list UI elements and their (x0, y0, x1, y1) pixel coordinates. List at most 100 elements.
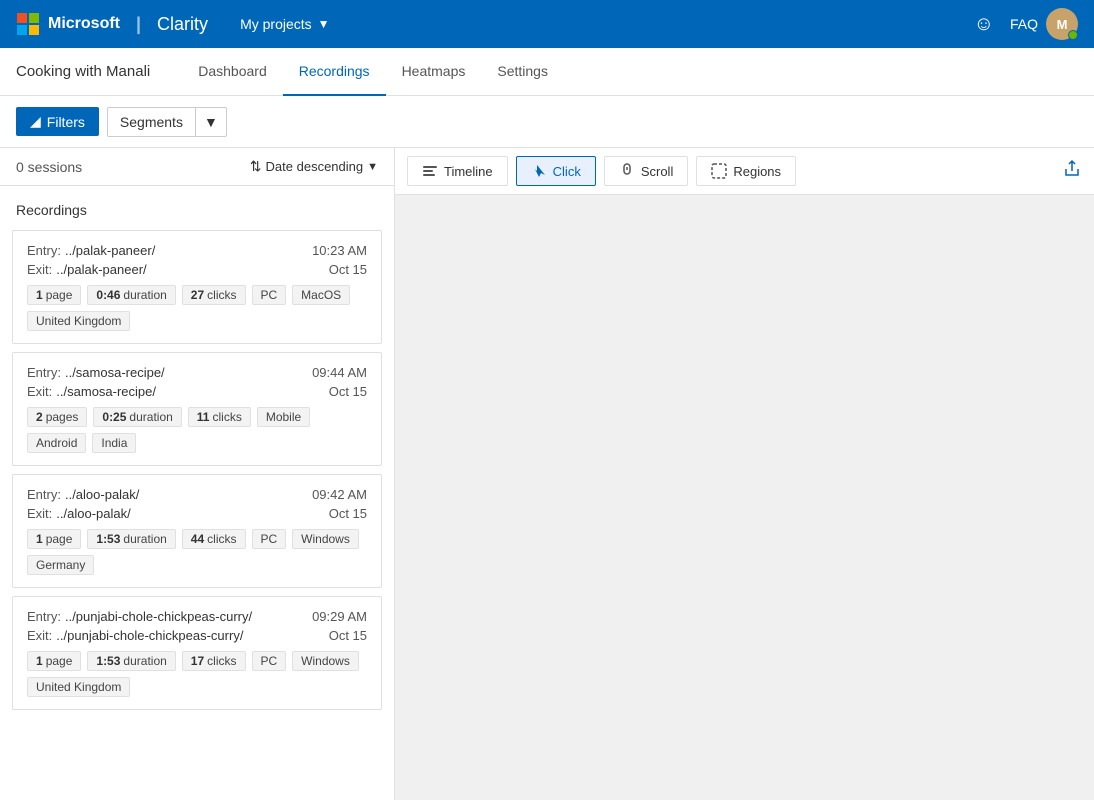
tag-pages-4: 1 page (27, 651, 81, 671)
card-tags-4: 1 page 1:53 duration 17 clicks PC Window… (27, 651, 367, 697)
card-time-2: 09:44 AM (312, 365, 367, 380)
exit-path-3: Exit:../aloo-palak/ (27, 506, 131, 521)
click-button[interactable]: Click (516, 156, 596, 186)
scroll-button[interactable]: Scroll (604, 156, 689, 186)
card-date-3: Oct 15 (329, 506, 367, 521)
scroll-icon (619, 163, 635, 179)
regions-icon (711, 163, 727, 179)
tab-recordings[interactable]: Recordings (283, 48, 386, 96)
tag-pages-2: 2 pages (27, 407, 87, 427)
card-exit-row: Exit:../aloo-palak/ Oct 15 (27, 506, 367, 521)
brand-divider: | (136, 14, 141, 35)
tag-duration-1: 0:46 duration (87, 285, 175, 305)
tab-heatmaps[interactable]: Heatmaps (386, 48, 482, 96)
my-projects-button[interactable]: My projects ▼ (232, 12, 337, 36)
toolbar: ◢ Filters Segments ▼ (0, 96, 1094, 148)
chevron-down-icon[interactable]: ▼ (196, 108, 226, 136)
sort-label: Date descending (266, 159, 364, 174)
right-panel: Timeline Click Scroll Regions (395, 148, 1094, 800)
top-nav: Microsoft | Clarity My projects ▼ ☺ FAQ … (0, 0, 1094, 48)
ms-label: Microsoft (48, 15, 120, 33)
segments-button[interactable]: Segments ▼ (107, 107, 227, 137)
ms-logo-icon (16, 12, 40, 36)
main-layout: 0 sessions ⇅ Date descending ▼ Recording… (0, 148, 1094, 800)
tag-os-4: Windows (292, 651, 359, 671)
card-entry-row: Entry:../punjabi-chole-chickpeas-curry/ … (27, 609, 367, 624)
faq-label: FAQ (1010, 16, 1038, 32)
regions-label: Regions (733, 164, 781, 179)
heatmap-content (395, 195, 1094, 800)
entry-path-1: Entry:../palak-paneer/ (27, 243, 155, 258)
sessions-bar: 0 sessions ⇅ Date descending ▼ (0, 148, 394, 186)
tag-country-3: Germany (27, 555, 94, 575)
click-label: Click (553, 164, 581, 179)
heatmap-toolbar: Timeline Click Scroll Regions (395, 148, 1094, 195)
card-entry-row: Entry:../palak-paneer/ 10:23 AM (27, 243, 367, 258)
tag-device-4: PC (252, 651, 287, 671)
exit-path-4: Exit:../punjabi-chole-chickpeas-curry/ (27, 628, 243, 643)
click-icon (531, 163, 547, 179)
tag-device-3: PC (252, 529, 287, 549)
brand: Microsoft | Clarity (16, 12, 208, 36)
timeline-icon (422, 163, 438, 179)
card-exit-row: Exit:../palak-paneer/ Oct 15 (27, 262, 367, 277)
avatar[interactable]: M (1046, 8, 1078, 40)
recording-card[interactable]: Entry:../punjabi-chole-chickpeas-curry/ … (12, 596, 382, 710)
tag-pages-1: 1 page (27, 285, 81, 305)
card-date-2: Oct 15 (329, 384, 367, 399)
sub-nav: Cooking with Manali Dashboard Recordings… (0, 48, 1094, 96)
scroll-label: Scroll (641, 164, 674, 179)
tag-device-2: Mobile (257, 407, 310, 427)
recordings-list: Recordings Entry:../palak-paneer/ 10:23 … (0, 186, 394, 800)
tab-settings[interactable]: Settings (481, 48, 564, 96)
avatar-online-badge (1068, 30, 1078, 40)
tag-duration-2: 0:25 duration (93, 407, 181, 427)
card-date-1: Oct 15 (329, 262, 367, 277)
my-projects-label: My projects (240, 16, 312, 32)
tag-os-3: Windows (292, 529, 359, 549)
filter-icon: ◢ (30, 113, 41, 130)
card-date-4: Oct 15 (329, 628, 367, 643)
tag-pages-3: 1 page (27, 529, 81, 549)
card-time-1: 10:23 AM (312, 243, 367, 258)
sort-icon: ⇅ (250, 158, 262, 175)
timeline-label: Timeline (444, 164, 493, 179)
tab-dashboard[interactable]: Dashboard (182, 48, 283, 96)
entry-path-2: Entry:../samosa-recipe/ (27, 365, 165, 380)
sub-nav-tabs: Dashboard Recordings Heatmaps Settings (182, 48, 564, 95)
tag-os-1: MacOS (292, 285, 350, 305)
feedback-icon-button[interactable]: ☺ (966, 9, 1002, 40)
timeline-button[interactable]: Timeline (407, 156, 508, 186)
smiley-icon: ☺ (974, 13, 994, 36)
clarity-label: Clarity (157, 14, 208, 35)
card-exit-row: Exit:../punjabi-chole-chickpeas-curry/ O… (27, 628, 367, 643)
left-panel: 0 sessions ⇅ Date descending ▼ Recording… (0, 148, 395, 800)
filters-label: Filters (47, 114, 85, 130)
sessions-count: 0 sessions (16, 159, 82, 175)
tag-clicks-1: 27 clicks (182, 285, 246, 305)
filters-button[interactable]: ◢ Filters (16, 107, 99, 136)
card-tags-2: 2 pages 0:25 duration 11 clicks Mobile A… (27, 407, 367, 453)
recording-card[interactable]: Entry:../aloo-palak/ 09:42 AM Exit:../al… (12, 474, 382, 588)
sort-button[interactable]: ⇅ Date descending ▼ (250, 158, 378, 175)
export-button[interactable] (1062, 159, 1082, 184)
entry-path-3: Entry:../aloo-palak/ (27, 487, 139, 502)
sort-chevron-icon: ▼ (367, 161, 378, 173)
faq-button[interactable]: FAQ (1002, 12, 1046, 36)
tag-clicks-4: 17 clicks (182, 651, 246, 671)
entry-path-4: Entry:../punjabi-chole-chickpeas-curry/ (27, 609, 252, 624)
tag-duration-4: 1:53 duration (87, 651, 175, 671)
recording-card[interactable]: Entry:../palak-paneer/ 10:23 AM Exit:../… (12, 230, 382, 344)
card-tags-1: 1 page 0:46 duration 27 clicks PC MacOS … (27, 285, 367, 331)
recording-card[interactable]: Entry:../samosa-recipe/ 09:44 AM Exit:..… (12, 352, 382, 466)
regions-button[interactable]: Regions (696, 156, 796, 186)
tag-clicks-2: 11 clicks (188, 407, 251, 427)
card-entry-row: Entry:../samosa-recipe/ 09:44 AM (27, 365, 367, 380)
exit-path-1: Exit:../palak-paneer/ (27, 262, 147, 277)
segments-label: Segments (108, 108, 195, 136)
card-time-4: 09:29 AM (312, 609, 367, 624)
project-title: Cooking with Manali (16, 63, 150, 80)
chevron-down-icon: ▼ (318, 17, 330, 31)
tag-duration-3: 1:53 duration (87, 529, 175, 549)
tag-country-1: United Kingdom (27, 311, 130, 331)
